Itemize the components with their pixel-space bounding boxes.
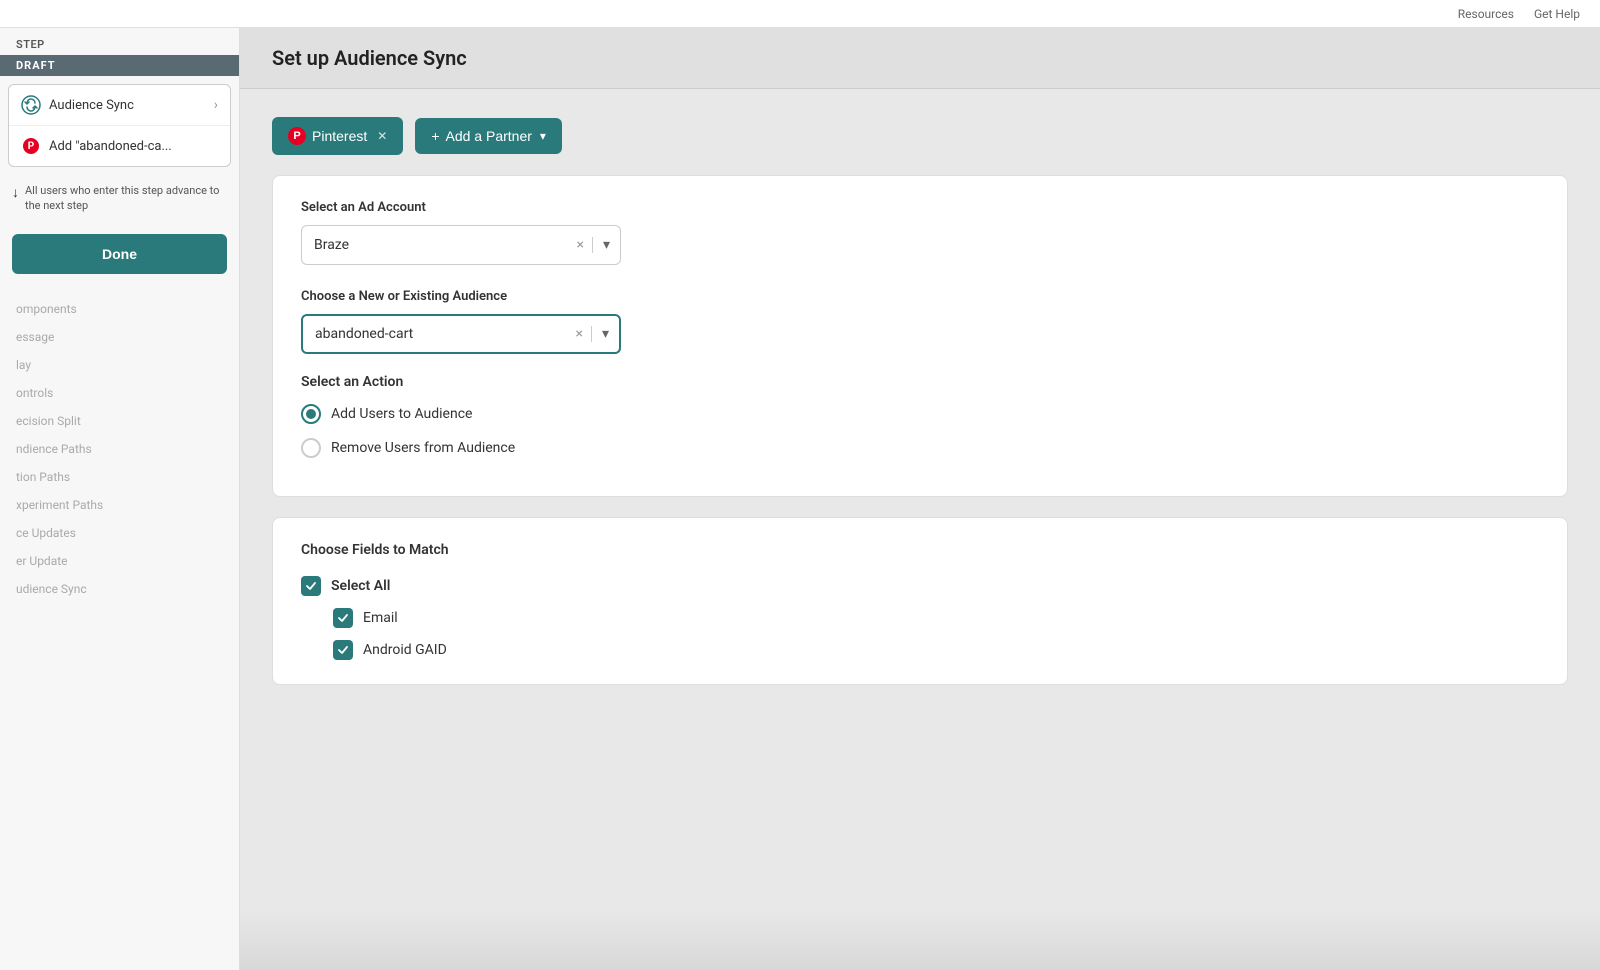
- action-section: Select an Action Add Users to Audience R…: [301, 374, 1539, 458]
- chevron-down-icon: ▾: [540, 129, 546, 143]
- radio-add-users-dot: [306, 409, 316, 419]
- checkbox-email[interactable]: Email: [333, 608, 1539, 628]
- sidebar-chevron: ›: [214, 97, 218, 113]
- ad-account-label: Select an Ad Account: [301, 200, 1539, 215]
- pinterest-icon: P: [288, 127, 306, 145]
- step-items-panel: Audience Sync › P Add "abandoned-ca...: [8, 84, 231, 167]
- select-all-label: Select All: [331, 578, 390, 594]
- step-label: Step: [0, 28, 239, 55]
- pinterest-partner-button[interactable]: P Pinterest ✕: [272, 117, 403, 155]
- checkbox-email-box[interactable]: [333, 608, 353, 628]
- radio-add-users[interactable]: Add Users to Audience: [301, 404, 1539, 424]
- sidebar-item-add-abandoned[interactable]: P Add "abandoned-ca...: [9, 126, 230, 166]
- ad-account-select[interactable]: Braze × ▾: [301, 225, 621, 265]
- audience-label: Choose a New or Existing Audience: [301, 289, 1539, 304]
- pinterest-small-icon: P: [21, 136, 41, 156]
- audience-sync-icon: [21, 95, 41, 115]
- main-content: Set up Audience Sync P Pinterest ✕ + Add…: [240, 28, 1600, 970]
- checkbox-group: Select All Email: [301, 576, 1539, 660]
- checkmark-icon: [337, 612, 349, 624]
- ad-account-value: Braze: [302, 237, 568, 253]
- fields-to-match-card: Choose Fields to Match Select All: [272, 517, 1568, 685]
- radio-add-users-button[interactable]: [301, 404, 321, 424]
- checkbox-select-all-box[interactable]: [301, 576, 321, 596]
- action-label: Select an Action: [301, 374, 1539, 390]
- checkbox-android-gaid-box[interactable]: [333, 640, 353, 660]
- ad-account-arrow-icon[interactable]: ▾: [593, 237, 620, 253]
- ad-account-clear-icon[interactable]: ×: [568, 237, 592, 253]
- add-abandoned-label: Add "abandoned-ca...: [49, 139, 172, 154]
- android-gaid-label: Android GAID: [363, 642, 447, 658]
- radio-remove-users[interactable]: Remove Users from Audience: [301, 438, 1539, 458]
- audience-sync-label: Audience Sync: [49, 98, 134, 113]
- plus-icon: +: [431, 128, 439, 144]
- advance-note: ↓ All users who enter this step advance …: [0, 175, 239, 222]
- audience-value: abandoned-cart: [303, 326, 567, 342]
- main-header: Set up Audience Sync: [240, 28, 1600, 89]
- pinterest-remove-icon[interactable]: ✕: [377, 129, 387, 143]
- radio-remove-users-button[interactable]: [301, 438, 321, 458]
- email-label: Email: [363, 610, 398, 626]
- main-layout: Step DRAFT Audience Sync ›: [0, 28, 1600, 970]
- radio-remove-users-label: Remove Users from Audience: [331, 440, 515, 456]
- checkmark-icon: [337, 644, 349, 656]
- arrow-down-icon: ↓: [12, 184, 19, 204]
- get-help-link[interactable]: Get Help: [1534, 7, 1580, 21]
- add-partner-button[interactable]: + Add a Partner ▾: [415, 118, 562, 154]
- audience-clear-icon[interactable]: ×: [567, 326, 591, 342]
- fields-label: Choose Fields to Match: [301, 542, 1539, 558]
- radio-add-users-label: Add Users to Audience: [331, 406, 472, 422]
- main-body: P Pinterest ✕ + Add a Partner ▾ Select a…: [240, 89, 1600, 713]
- partner-buttons-row: P Pinterest ✕ + Add a Partner ▾: [272, 117, 1568, 155]
- checkmark-icon: [305, 580, 317, 592]
- bottom-fade: [240, 910, 1600, 970]
- audience-select[interactable]: abandoned-cart × ▾: [301, 314, 621, 354]
- advance-note-text: All users who enter this step advance to…: [25, 183, 227, 214]
- ad-account-card: Select an Ad Account Braze × ▾ Choose a …: [272, 175, 1568, 497]
- page-title: Set up Audience Sync: [272, 46, 1568, 70]
- sidebar: Step DRAFT Audience Sync ›: [0, 28, 240, 970]
- sidebar-bottom-items: omponents essage lay ontrols ecision Spl…: [0, 294, 239, 970]
- checkbox-select-all[interactable]: Select All: [301, 576, 1539, 596]
- top-bar: Resources Get Help: [0, 0, 1600, 28]
- resources-link[interactable]: Resources: [1458, 7, 1514, 21]
- done-button[interactable]: Done: [12, 234, 227, 274]
- sidebar-item-audience-sync[interactable]: Audience Sync ›: [9, 85, 230, 126]
- pinterest-label: Pinterest: [312, 128, 367, 144]
- checkbox-android-gaid[interactable]: Android GAID: [333, 640, 1539, 660]
- draft-badge: DRAFT: [0, 55, 239, 76]
- audience-arrow-icon[interactable]: ▾: [592, 326, 619, 342]
- add-partner-label: Add a Partner: [446, 128, 532, 144]
